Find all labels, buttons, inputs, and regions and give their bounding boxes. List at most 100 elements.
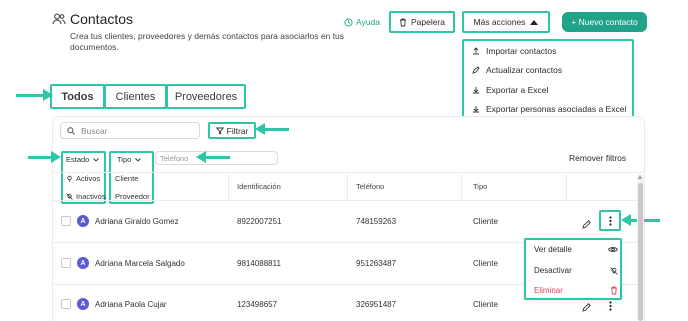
divider	[228, 174, 229, 200]
contact-type: Cliente	[473, 217, 498, 226]
filter-button[interactable]: Filtrar	[208, 122, 256, 139]
caret-up-icon	[530, 19, 539, 25]
trash-icon	[611, 286, 617, 295]
tab-proveedores[interactable]: Proveedores	[166, 84, 246, 109]
tab-clientes[interactable]: Clientes	[104, 84, 167, 109]
edit-icon	[472, 66, 480, 74]
more-actions-button[interactable]: Más acciones	[462, 11, 550, 33]
annotation-arrow	[16, 89, 53, 101]
trash-button[interactable]: Papelera	[389, 11, 455, 33]
estado-filter: Estado Activos Inactivos	[61, 151, 106, 204]
download-icon	[473, 106, 479, 113]
new-contact-button[interactable]: + Nuevo contacto	[562, 12, 647, 32]
contact-id: 123498657	[237, 300, 278, 309]
contact-name[interactable]: Adriana Paola Cujar	[95, 300, 167, 309]
row-more-button[interactable]	[599, 210, 621, 231]
remove-filters-button[interactable]: Remover filtros	[569, 153, 626, 163]
estado-dropdown[interactable]: Estado	[66, 155, 100, 164]
divider	[566, 174, 567, 200]
menu-item-deactivate[interactable]: Desactivar	[534, 266, 618, 275]
annotation-arrow	[28, 151, 61, 163]
clock-icon	[344, 17, 353, 27]
tipo-dropdown[interactable]: Tipo	[117, 155, 142, 164]
menu-item-update[interactable]: Actualizar contactos	[472, 65, 562, 75]
search-input[interactable]: Buscar	[60, 122, 200, 139]
contact-type: Cliente	[473, 300, 498, 309]
contacts-icon	[52, 12, 66, 26]
contact-id: 8922007251	[237, 217, 282, 226]
trash-icon	[399, 18, 406, 26]
menu-item-import[interactable]: Importar contactos	[472, 46, 556, 56]
tipo-option-cliente[interactable]: Cliente	[115, 174, 138, 183]
menu-item-label: Desactivar	[534, 266, 572, 275]
annotation-arrow	[196, 151, 230, 163]
annotation-arrow	[255, 123, 289, 135]
search-placeholder: Buscar	[81, 125, 108, 136]
telefono-placeholder: Teléfono	[160, 153, 189, 163]
menu-item-label: Exportar a Excel	[486, 85, 549, 95]
page-title: Contactos	[70, 11, 134, 27]
chevron-down-icon	[93, 157, 100, 162]
menu-item-export-excel[interactable]: Exportar a Excel	[472, 85, 548, 95]
page-description: Crea tus clientes, proveedores y demás c…	[70, 31, 344, 53]
upload-icon	[473, 47, 479, 55]
avatar: A	[77, 298, 89, 310]
page-description-line: documentos.	[70, 42, 119, 52]
deactivate-icon	[610, 266, 618, 275]
search-icon	[67, 126, 75, 135]
contact-type: Cliente	[473, 259, 498, 268]
filter-icon	[215, 127, 224, 135]
chevron-down-icon	[135, 157, 142, 162]
avatar: A	[77, 215, 89, 227]
download-icon	[473, 87, 479, 94]
menu-item-export-persons[interactable]: Exportar personas asociadas a Excel	[472, 104, 626, 114]
divider	[52, 172, 645, 173]
row-more-button[interactable]	[609, 298, 612, 316]
column-header-telefono[interactable]: Teléfono	[356, 182, 384, 191]
annotation-arrow	[621, 214, 660, 226]
more-vertical-icon	[609, 301, 612, 311]
estado-label: Estado	[66, 155, 90, 164]
column-header-tipo[interactable]: Tipo	[473, 182, 487, 191]
tab-todos[interactable]: Todos	[50, 84, 105, 109]
estado-option-activos[interactable]: Activos	[66, 174, 100, 183]
lightbulb-off-icon	[66, 193, 73, 200]
tab-label: Todos	[61, 90, 94, 103]
menu-item-label: Ver detalle	[534, 245, 572, 254]
scrollbar-thumb[interactable]	[638, 183, 643, 321]
scroll-up-icon[interactable]	[638, 175, 642, 179]
more-actions-label: Más acciones	[473, 17, 526, 27]
eye-icon	[608, 247, 618, 252]
scrollbar[interactable]	[637, 174, 644, 321]
lightbulb-icon	[67, 175, 72, 182]
edit-icon[interactable]	[582, 216, 591, 234]
help-label: Ayuda	[356, 17, 380, 27]
trash-label: Papelera	[410, 17, 446, 27]
more-actions-menu: Importar contactos Actualizar contactos …	[462, 39, 634, 118]
help-link[interactable]: Ayuda	[344, 17, 380, 27]
column-header-identificacion[interactable]: Identificación	[237, 182, 281, 191]
contact-name[interactable]: Adriana Giraldo Gomez	[95, 217, 179, 226]
contact-phone: 326951487	[356, 300, 397, 309]
divider	[461, 174, 462, 200]
edit-icon[interactable]	[582, 299, 591, 317]
menu-item-label: Importar contactos	[486, 46, 557, 56]
more-vertical-icon	[608, 215, 612, 226]
tipo-filter: Tipo Cliente Proveedor	[109, 151, 154, 204]
contact-phone: 748159263	[356, 217, 397, 226]
contact-name[interactable]: Adriana Marcela Salgado	[95, 259, 185, 268]
menu-item-label: Actualizar contactos	[486, 65, 563, 75]
filter-label: Filtrar	[226, 125, 249, 136]
row-checkbox[interactable]	[61, 216, 71, 226]
menu-item-delete[interactable]: Eliminar	[534, 286, 618, 295]
divider	[52, 200, 645, 201]
row-actions-menu: Ver detalle Desactivar Eliminar	[524, 238, 622, 300]
contact-phone: 951263487	[356, 259, 397, 268]
menu-item-view-detail[interactable]: Ver detalle	[534, 245, 618, 254]
tipo-label: Tipo	[117, 155, 132, 164]
avatar: A	[77, 257, 89, 269]
row-checkbox[interactable]	[61, 299, 71, 309]
divider	[347, 174, 348, 200]
menu-item-label: Eliminar	[534, 286, 563, 295]
row-checkbox[interactable]	[61, 258, 71, 268]
